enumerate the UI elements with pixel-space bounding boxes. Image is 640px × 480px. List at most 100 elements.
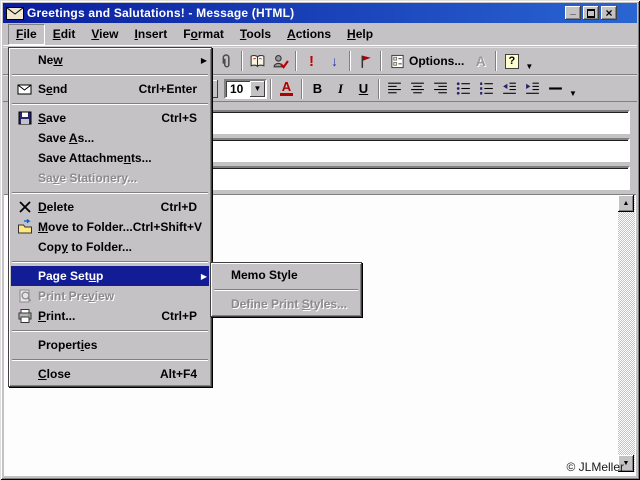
font-color-icon: A: [280, 79, 293, 96]
page-setup-submenu-popup: Memo Style Define Print Styles...: [210, 262, 362, 317]
align-right-button[interactable]: [429, 78, 452, 100]
toolbar-separator: [378, 78, 380, 99]
toolbar-separator: [295, 51, 297, 71]
importance-low-icon: ↓: [331, 53, 338, 69]
print-preview-icon: [11, 288, 38, 304]
horizontal-rule-icon: [547, 80, 564, 97]
chevron-down-icon: ▼: [253, 84, 262, 93]
scroll-up-icon: ▲: [622, 200, 630, 207]
menu-item-move-to-folder[interactable]: Move to Folder... Ctrl+Shift+V: [11, 217, 209, 237]
submenu-item-define-print-styles[interactable]: Define Print Styles...: [213, 294, 359, 314]
align-left-icon: [386, 80, 403, 97]
file-menu-popup: New ▶ Send Ctrl+Enter Save Ctrl+S Save A…: [8, 47, 212, 387]
menu-item-save-attachments[interactable]: Save Attachments...: [11, 148, 209, 168]
options-icon: [390, 54, 405, 69]
menu-item-properties[interactable]: Properties: [11, 335, 209, 355]
underline-button[interactable]: U: [352, 78, 375, 100]
decrease-indent-button[interactable]: [498, 78, 521, 100]
menu-item-copy-to-folder[interactable]: Copy to Folder...: [11, 237, 209, 257]
increase-indent-button[interactable]: [521, 78, 544, 100]
menu-help[interactable]: Help: [339, 24, 381, 45]
font-color-button[interactable]: A: [275, 78, 298, 100]
title-bar: Greetings and Salutations! - Message (HT…: [3, 3, 637, 23]
toolbar-separator: [349, 51, 351, 71]
font-size-dropdown-button[interactable]: ▼: [250, 80, 265, 97]
save-icon: [11, 110, 38, 126]
scroll-up-button[interactable]: ▲: [618, 195, 634, 212]
print-icon: [11, 308, 38, 324]
align-left-button[interactable]: [383, 78, 406, 100]
bold-button[interactable]: B: [306, 78, 329, 100]
menu-file[interactable]: File: [8, 24, 45, 45]
check-names-icon: [272, 53, 289, 70]
help-icon: ?: [504, 53, 519, 69]
more-buttons-icon[interactable]: ▼: [567, 89, 579, 98]
importance-high-icon: !: [309, 52, 314, 70]
flag-button[interactable]: [354, 50, 377, 72]
menu-item-print-preview[interactable]: Print Preview: [11, 286, 209, 306]
close-button[interactable]: ×: [601, 6, 617, 20]
options-label: Options...: [409, 54, 465, 68]
menu-item-save-stationery[interactable]: Save Stationery...: [11, 168, 209, 188]
check-names-button[interactable]: [269, 50, 292, 72]
submenu-arrow-icon: ▶: [200, 55, 207, 65]
attach-file-button[interactable]: [215, 50, 238, 72]
menu-separator: [213, 285, 359, 294]
numbering-icon: [478, 80, 495, 97]
importance-low-button[interactable]: ↓: [323, 50, 346, 72]
menu-separator: [11, 99, 209, 108]
vertical-scrollbar[interactable]: ▲ ▼: [618, 195, 635, 472]
send-icon: [11, 81, 38, 97]
letter-a-button[interactable]: A: [469, 50, 492, 72]
menu-item-close[interactable]: Close Alt+F4: [11, 364, 209, 384]
submenu-item-memo-style[interactable]: Memo Style: [213, 265, 359, 285]
toolbar-separator: [495, 51, 498, 71]
menu-insert[interactable]: Insert: [127, 24, 176, 45]
menu-item-save-as[interactable]: Save As...: [11, 128, 209, 148]
menu-separator: [11, 257, 209, 266]
help-button[interactable]: ?: [500, 50, 523, 72]
bullets-button[interactable]: [452, 78, 475, 100]
envelope-icon: [6, 6, 24, 20]
window-controls: _ ×: [565, 6, 617, 20]
flag-icon: [357, 53, 374, 70]
bullets-icon: [455, 80, 472, 97]
menu-actions[interactable]: Actions: [279, 24, 339, 45]
horizontal-rule-button[interactable]: [544, 78, 567, 100]
toolbar-separator: [380, 51, 382, 71]
more-buttons-icon[interactable]: ▼: [523, 62, 535, 71]
message-window: Greetings and Salutations! - Message (HT…: [0, 0, 640, 480]
paperclip-icon: [218, 53, 235, 70]
toolbar-separator: [270, 78, 272, 99]
align-center-button[interactable]: [406, 78, 429, 100]
move-to-folder-icon: [11, 219, 38, 235]
window-title: Greetings and Salutations! - Message (HT…: [27, 6, 295, 20]
menu-separator: [11, 355, 209, 364]
menu-item-delete[interactable]: Delete Ctrl+D: [11, 197, 209, 217]
menu-item-send[interactable]: Send Ctrl+Enter: [11, 79, 209, 99]
credit-text: © JLMeller: [566, 460, 624, 474]
align-right-icon: [432, 80, 449, 97]
menu-format[interactable]: Format: [175, 24, 232, 45]
options-button[interactable]: Options...: [385, 50, 469, 72]
menu-separator: [11, 326, 209, 335]
menu-item-save[interactable]: Save Ctrl+S: [11, 108, 209, 128]
increase-indent-icon: [524, 80, 541, 97]
align-center-icon: [409, 80, 426, 97]
menu-edit[interactable]: Edit: [45, 24, 84, 45]
restore-button[interactable]: [583, 6, 599, 20]
minimize-button[interactable]: _: [565, 6, 581, 20]
importance-high-button[interactable]: !: [300, 50, 323, 72]
numbering-button[interactable]: [475, 78, 498, 100]
address-book-icon: [249, 53, 266, 70]
restore-icon: [587, 8, 595, 18]
menu-view[interactable]: View: [83, 24, 126, 45]
toolbar-separator: [301, 78, 303, 99]
menu-tools[interactable]: Tools: [232, 24, 279, 45]
italic-button[interactable]: I: [329, 78, 352, 100]
address-book-button[interactable]: [246, 50, 269, 72]
menu-item-page-setup[interactable]: Page Setup ▶: [11, 266, 209, 286]
menu-item-print[interactable]: Print... Ctrl+P: [11, 306, 209, 326]
menu-item-new[interactable]: New ▶: [11, 50, 209, 70]
font-size-combo[interactable]: 10 ▼: [224, 78, 267, 99]
